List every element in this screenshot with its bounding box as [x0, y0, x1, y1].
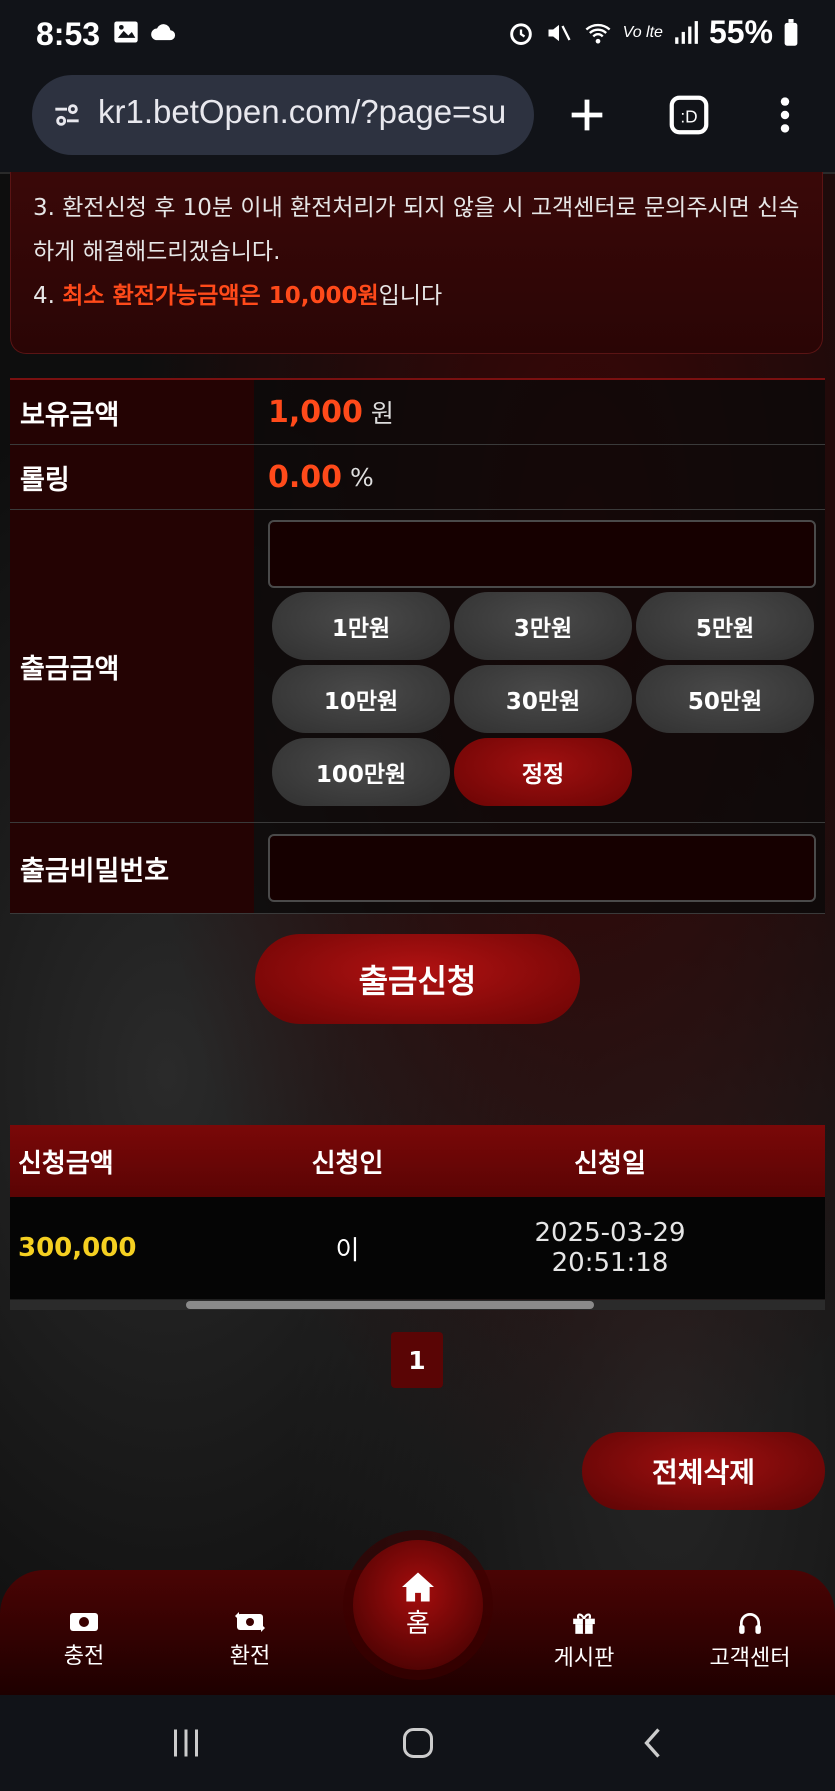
- balance-row: 보유금액 1,000 원: [10, 380, 825, 445]
- cloud-icon: [151, 24, 176, 41]
- withdrawal-history-table: 신청금액 신청인 신청일 300,000 이 2025-03-29 20:51:…: [10, 1125, 825, 1299]
- row-applicant: 이: [335, 1235, 360, 1266]
- balance-unit: 원: [370, 399, 394, 428]
- status-time: 8:53: [36, 16, 101, 52]
- rolling-label: 롤링: [10, 445, 254, 509]
- nav-exchange[interactable]: 환전: [190, 1610, 310, 1670]
- alarm-icon: [509, 22, 532, 45]
- reset-amount-button[interactable]: 정정: [454, 738, 632, 806]
- chip-300k-button[interactable]: 30만원: [454, 665, 632, 733]
- nav-home-label: 홈: [406, 1608, 430, 1639]
- volte-icon: Vo lte: [622, 23, 663, 41]
- signal-icon: [675, 20, 698, 44]
- withdrawal-form: 보유금액 1,000 원 롤링 0.00 % 출금금액 1만원 3만원 5만원 …: [10, 378, 825, 914]
- cash-icon: [70, 1613, 98, 1631]
- home-system-icon[interactable]: [400, 1725, 436, 1761]
- chip-50k-button[interactable]: 5만원: [636, 592, 814, 660]
- notice-line-3: 3. 환전신청 후 10분 이내 환전처리가 되지 않을 시 고객센터로 문의주…: [33, 195, 800, 265]
- balance-label: 보유금액: [10, 380, 254, 444]
- amount-chips: 1만원 3만원 5만원 10만원 30만원 50만원 100만원 정정: [272, 592, 814, 806]
- password-label: 출금비밀번호: [10, 823, 254, 913]
- rolling-unit: %: [350, 462, 374, 492]
- url-text[interactable]: kr1.betOpen.com/?page=su: [98, 93, 528, 131]
- nav-deposit[interactable]: 충전: [24, 1610, 144, 1670]
- withdraw-submit-button[interactable]: 출금신청: [255, 934, 580, 1024]
- table-header: 신청금액 신청인 신청일: [10, 1125, 825, 1197]
- amount-input[interactable]: [268, 520, 816, 588]
- nav-exchange-label: 환전: [229, 1644, 271, 1669]
- nav-board-label: 게시판: [553, 1646, 615, 1671]
- rolling-row: 롤링 0.00 %: [10, 445, 825, 510]
- page-1-button[interactable]: 1: [391, 1332, 443, 1388]
- nav-deposit-label: 충전: [63, 1644, 105, 1669]
- headset-icon: [739, 1612, 761, 1634]
- password-input[interactable]: [268, 834, 816, 902]
- withdrawal-notice: 3. 환전신청 후 10분 이내 환전처리가 되지 않을 시 고객센터로 문의주…: [10, 172, 823, 354]
- new-tab-icon[interactable]: [564, 92, 610, 138]
- nav-support[interactable]: 고객센터: [690, 1610, 810, 1672]
- wifi-icon: [585, 23, 611, 43]
- delete-all-button[interactable]: 전체삭제: [582, 1432, 825, 1510]
- table-row[interactable]: 300,000 이 2025-03-29 20:51:18: [10, 1197, 825, 1299]
- amount-row: 출금금액 1만원 3만원 5만원 10만원 30만원 50만원 100만원 정정: [10, 510, 825, 823]
- rolling-value: 0.00: [268, 459, 343, 495]
- scrollbar-thumb[interactable]: [186, 1301, 594, 1309]
- column-header-amount: 신청금액: [18, 1148, 114, 1179]
- chip-30k-button[interactable]: 3만원: [454, 592, 632, 660]
- nav-board[interactable]: 게시판: [524, 1610, 644, 1672]
- back-icon[interactable]: [636, 1725, 672, 1761]
- minimum-amount-highlight: 최소 환전가능금액은 10,000원: [62, 283, 379, 309]
- password-row: 출금비밀번호: [10, 823, 825, 914]
- gift-icon: [573, 1613, 595, 1634]
- chip-100k-button[interactable]: 10만원: [272, 665, 450, 733]
- system-navigation-bar: [0, 1695, 835, 1791]
- chip-500k-button[interactable]: 50만원: [636, 665, 814, 733]
- amount-label: 출금금액: [10, 510, 254, 822]
- tab-switcher-icon[interactable]: :D: [666, 92, 712, 138]
- browser-toolbar: kr1.betOpen.com/?page=su :D: [0, 72, 835, 174]
- balance-value: 1,000: [268, 394, 363, 430]
- column-header-date: 신청일: [574, 1148, 646, 1179]
- site-settings-icon[interactable]: [52, 101, 82, 129]
- nav-support-label: 고객센터: [709, 1646, 791, 1671]
- status-bar: 8:53 Vo lte 55%: [0, 0, 835, 72]
- home-icon: [402, 1571, 434, 1602]
- svg-text::D: :D: [680, 107, 697, 127]
- battery-icon: [784, 18, 798, 46]
- address-bar[interactable]: kr1.betOpen.com/?page=su: [32, 75, 534, 155]
- gallery-icon: [114, 21, 138, 43]
- row-date: 2025-03-29 20:51:18: [534, 1218, 686, 1278]
- money-exchange-icon: [235, 1612, 265, 1632]
- column-header-applicant: 신청인: [311, 1148, 384, 1179]
- battery-level: 55%: [708, 14, 773, 50]
- mute-icon: [548, 24, 571, 41]
- notice-line-4: 4. 최소 환전가능금액은 10,000원입니다: [33, 283, 443, 309]
- chip-10k-button[interactable]: 1만원: [272, 592, 450, 660]
- more-options-icon[interactable]: [762, 92, 808, 138]
- nav-home-button[interactable]: 홈: [353, 1540, 483, 1670]
- chip-1m-button[interactable]: 100만원: [272, 738, 450, 806]
- recent-apps-icon[interactable]: [168, 1725, 204, 1761]
- row-amount: 300,000: [18, 1233, 137, 1263]
